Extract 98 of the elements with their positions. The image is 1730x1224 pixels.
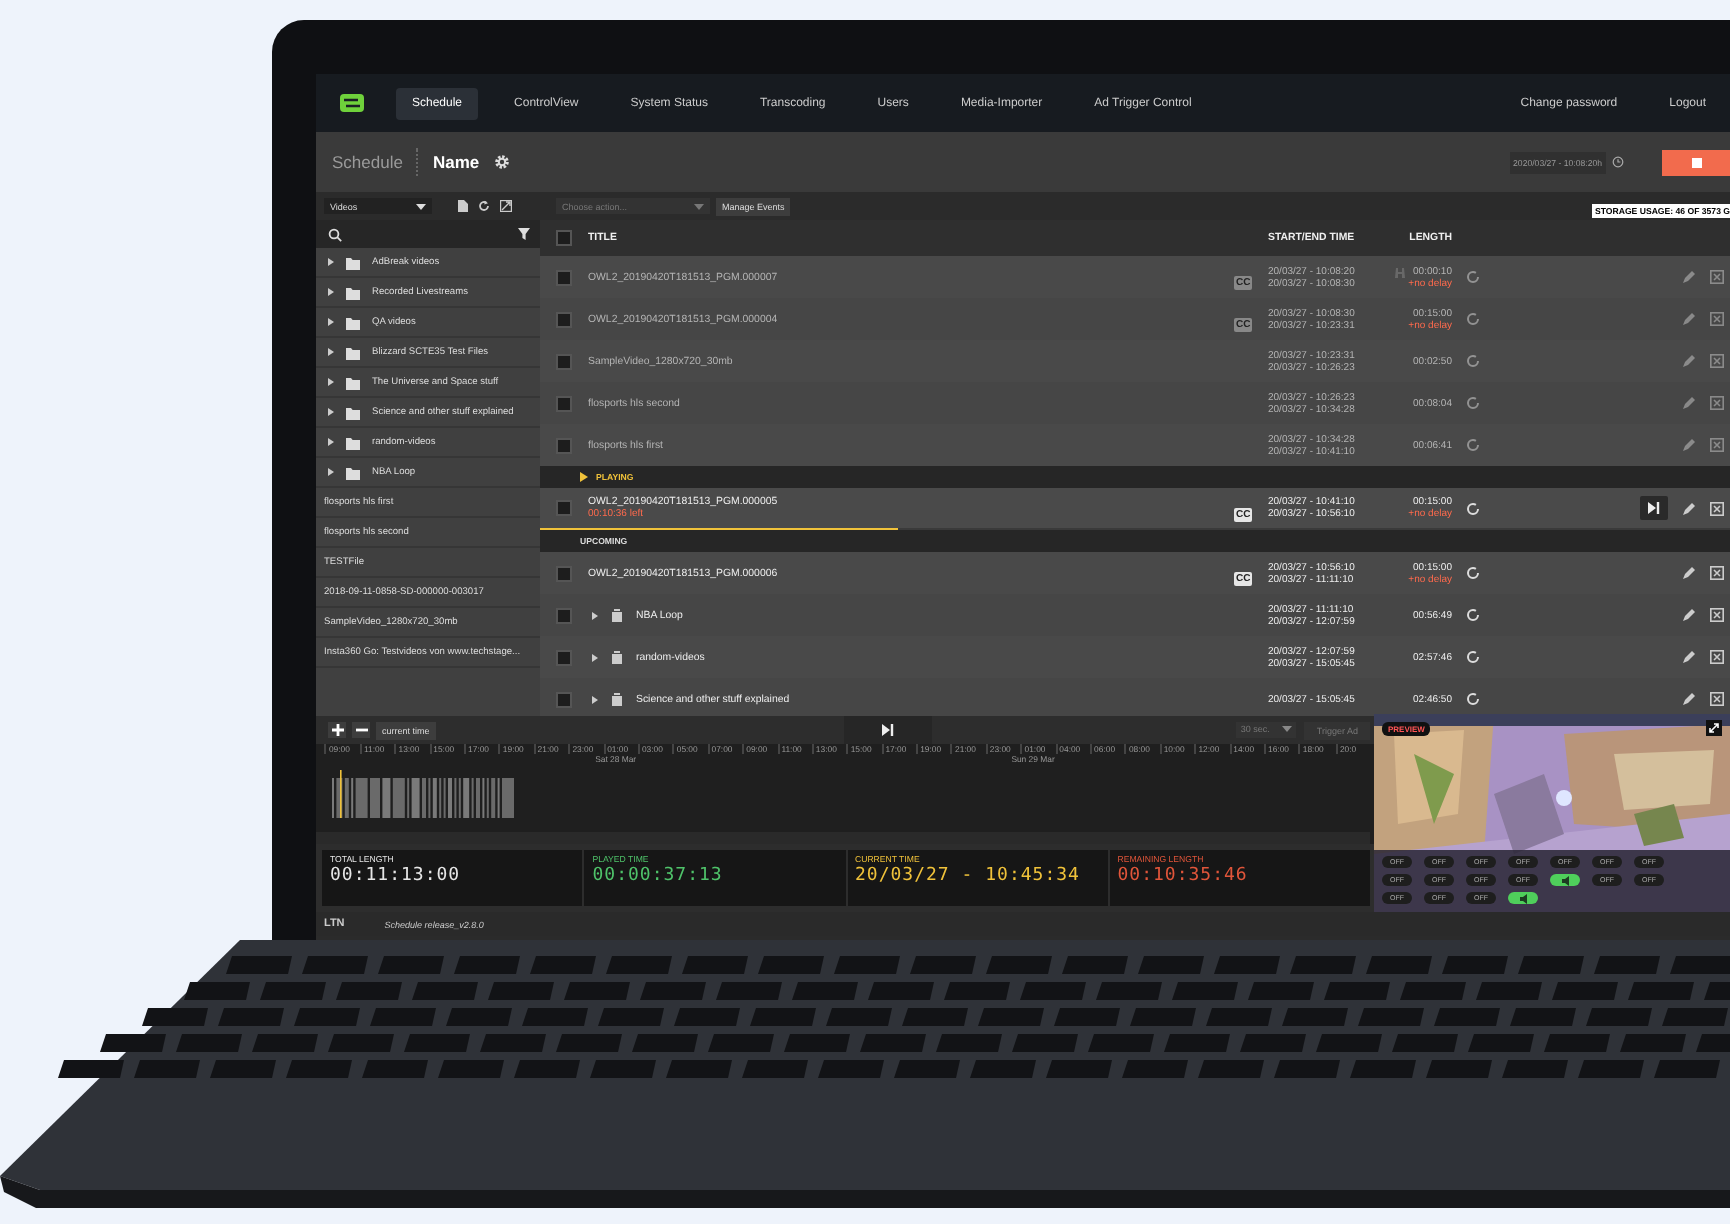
caret-right-icon — [328, 288, 334, 296]
loop-icon[interactable] — [1465, 312, 1479, 326]
delete-icon[interactable] — [1710, 650, 1724, 664]
skip-icon — [882, 724, 895, 736]
minus-icon — [355, 724, 367, 736]
stat-value: 00:00:37:13 — [592, 866, 725, 886]
breadcrumb-label[interactable]: Schedule — [332, 152, 403, 172]
folder-icon — [346, 285, 360, 299]
checkbox[interactable] — [556, 500, 572, 516]
schedule-name: Name — [432, 152, 480, 172]
file-icon[interactable] — [458, 200, 468, 212]
folder-icon — [346, 465, 360, 479]
delete-icon[interactable] — [1710, 396, 1724, 410]
edit-icon[interactable] — [1682, 396, 1696, 410]
edit-icon[interactable] — [1682, 270, 1696, 284]
search-icon — [328, 227, 342, 241]
loop-icon[interactable] — [1465, 692, 1479, 706]
delete-icon[interactable] — [1710, 354, 1724, 368]
playlist-icon — [610, 650, 624, 664]
loop-icon[interactable] — [1465, 354, 1479, 368]
skip-button[interactable] — [1640, 496, 1668, 520]
plus-icon — [331, 724, 343, 736]
edit-icon[interactable] — [1682, 608, 1696, 622]
delete-icon[interactable] — [1710, 312, 1724, 326]
delete-icon[interactable] — [1710, 501, 1724, 515]
loop-icon[interactable] — [1465, 608, 1479, 622]
speaker-icon — [1561, 875, 1569, 885]
speaker-icon — [1519, 893, 1527, 903]
stat-value: 20/03/27 - 10:45:34 — [855, 866, 1082, 886]
caret-right-icon — [592, 653, 598, 661]
expand-icon[interactable] — [500, 200, 512, 212]
loop-icon[interactable] — [1465, 650, 1479, 664]
checkbox[interactable] — [556, 269, 572, 285]
playlist-icon — [610, 608, 624, 622]
fullscreen-icon[interactable] — [1706, 720, 1722, 736]
zoom-out-button[interactable] — [352, 722, 370, 738]
delete-icon[interactable] — [1710, 270, 1724, 284]
caret-down-icon — [694, 203, 704, 209]
checkbox[interactable] — [556, 607, 572, 623]
folder-icon — [346, 375, 360, 389]
loop-icon[interactable] — [1465, 501, 1479, 515]
caret-down-icon — [416, 203, 426, 209]
delete-icon[interactable] — [1710, 608, 1724, 622]
search-field[interactable] — [316, 220, 540, 248]
checkbox[interactable] — [556, 230, 572, 246]
checkbox[interactable] — [556, 691, 572, 707]
skip-icon — [1648, 502, 1660, 514]
edit-icon[interactable] — [1682, 438, 1696, 452]
stat-value: 00:11:13:00 — [330, 866, 463, 886]
stat-value: 00:10:35:46 — [1117, 866, 1250, 886]
playlist-icon — [610, 692, 624, 706]
caret-right-icon — [328, 348, 334, 356]
stop-icon — [1691, 157, 1701, 167]
edit-icon[interactable] — [1682, 650, 1696, 664]
edit-icon[interactable] — [1682, 692, 1696, 706]
caret-right-icon — [328, 408, 334, 416]
refresh-icon[interactable] — [478, 200, 490, 212]
delete-icon[interactable] — [1710, 566, 1724, 580]
settings-icon[interactable] — [493, 154, 510, 170]
caret-right-icon — [328, 318, 334, 326]
clock-icon — [1612, 156, 1624, 168]
loop-icon[interactable] — [1465, 566, 1479, 580]
logo-icon — [340, 94, 364, 112]
caret-down-icon — [1282, 726, 1293, 732]
delete-icon[interactable] — [1710, 438, 1724, 452]
edit-icon[interactable] — [1682, 312, 1696, 326]
timeline-scrollbar[interactable] — [316, 832, 1370, 844]
checkbox[interactable] — [556, 311, 572, 327]
loop-icon[interactable] — [1465, 270, 1479, 284]
caret-right-icon — [592, 611, 598, 619]
caret-right-icon — [328, 378, 334, 386]
toggle-button[interactable] — [1550, 874, 1580, 886]
stop-button[interactable] — [1662, 149, 1730, 175]
folder-icon — [346, 435, 360, 449]
folder-icon — [346, 255, 360, 269]
caret-right-icon — [328, 258, 334, 266]
checkbox[interactable] — [556, 437, 572, 453]
filter-icon[interactable] — [518, 228, 530, 240]
folder-icon — [346, 405, 360, 419]
delete-icon[interactable] — [1710, 692, 1724, 706]
folder-icon — [346, 315, 360, 329]
folder-icon — [346, 345, 360, 359]
edit-icon[interactable] — [1682, 501, 1696, 515]
zoom-in-button[interactable] — [328, 722, 346, 738]
checkbox[interactable] — [556, 565, 572, 581]
edit-icon[interactable] — [1682, 354, 1696, 368]
caret-right-icon — [328, 438, 334, 446]
caret-right-icon — [328, 468, 334, 476]
checkbox[interactable] — [556, 649, 572, 665]
edit-icon[interactable] — [1682, 566, 1696, 580]
toggle-button[interactable] — [1508, 892, 1538, 904]
play-icon — [580, 472, 588, 482]
checkbox[interactable] — [556, 395, 572, 411]
loop-icon[interactable] — [1465, 438, 1479, 452]
loop-icon[interactable] — [1465, 396, 1479, 410]
caret-right-icon — [592, 695, 598, 703]
checkbox[interactable] — [556, 353, 572, 369]
skip-button[interactable] — [844, 716, 933, 744]
